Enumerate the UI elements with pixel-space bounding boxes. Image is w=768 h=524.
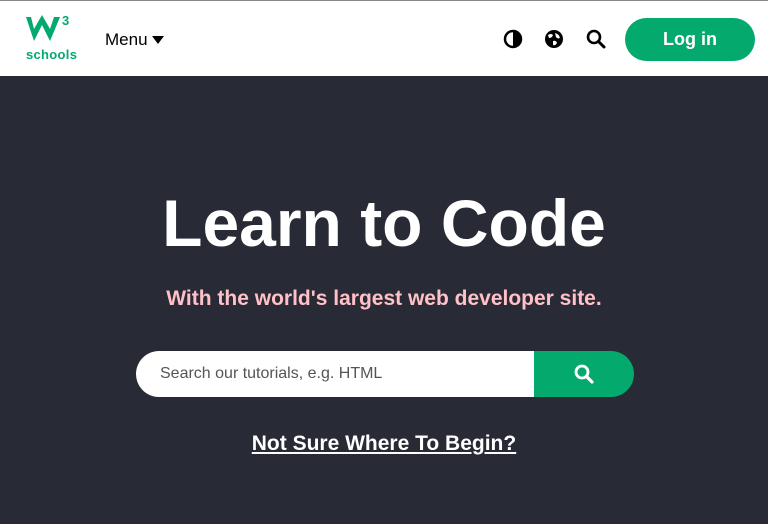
language-button[interactable] [543, 28, 565, 50]
not-sure-where-to-begin-link[interactable]: Not Sure Where To Begin? [252, 432, 516, 455]
tutorial-search-input[interactable] [136, 351, 534, 397]
menu-label: Menu [105, 30, 148, 49]
logo-superscript: 3 [62, 13, 70, 28]
login-button[interactable]: Log in [625, 18, 755, 61]
caret-down-icon [151, 36, 164, 44]
hero-title: Learn to Code [162, 186, 606, 260]
tutorial-search-bar [136, 351, 634, 397]
contrast-icon [503, 29, 523, 49]
begin-link-container: Not Sure Where To Begin? [0, 432, 768, 456]
contrast-toggle-button[interactable] [502, 28, 524, 50]
menu-button[interactable]: Menu [105, 30, 164, 50]
tutorial-search-button[interactable] [534, 351, 634, 397]
search-icon [574, 364, 594, 384]
top-navigation-bar: 3 schools Menu Log in [0, 0, 768, 76]
globe-icon [545, 30, 563, 48]
hero-subtitle: With the world's largest web developer s… [166, 287, 602, 310]
header-search-button[interactable] [585, 28, 607, 50]
search-icon [586, 29, 606, 49]
logo-text: schools [26, 47, 78, 62]
w3-logo-mark [26, 15, 60, 41]
w3schools-logo[interactable]: 3 schools [24, 13, 78, 65]
